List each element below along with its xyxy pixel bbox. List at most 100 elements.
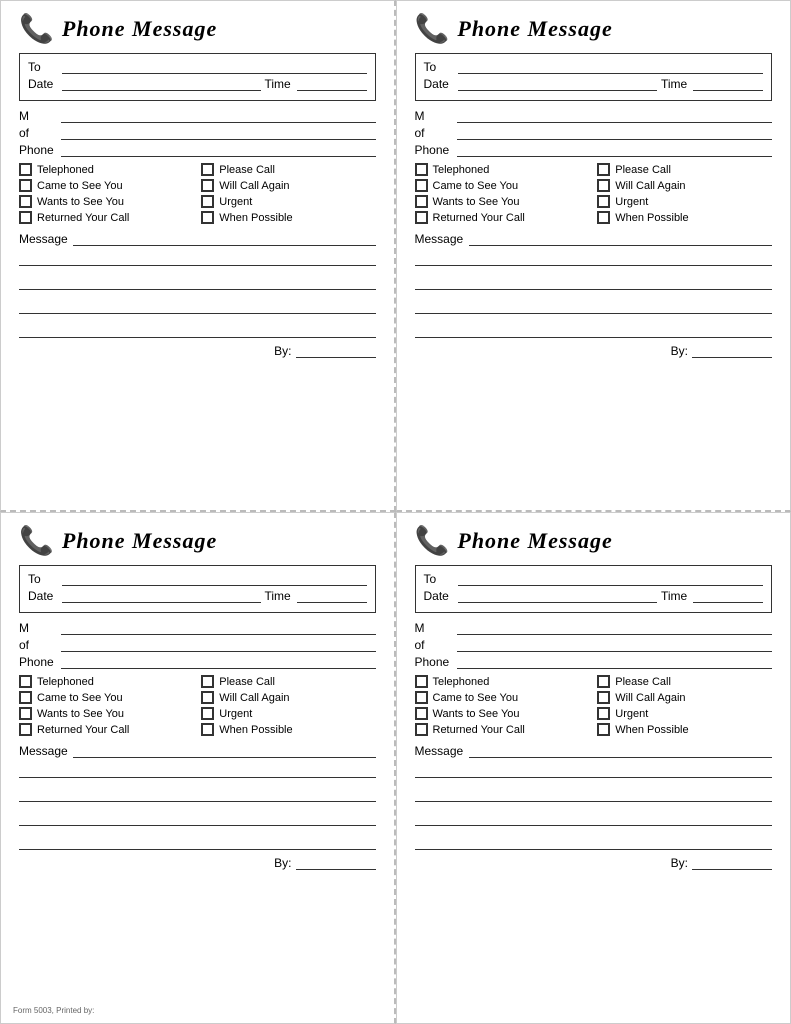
- cb-returned-call-label: Returned Your Call: [433, 212, 525, 224]
- checkbox-wants-to-see[interactable]: Wants to See You: [19, 707, 193, 720]
- checkbox-returned-call[interactable]: Returned Your Call: [19, 723, 193, 736]
- info-box: To Date Time: [19, 53, 376, 101]
- cb-returned-call[interactable]: [415, 723, 428, 736]
- checkbox-please-call[interactable]: Please Call: [597, 675, 772, 688]
- cb-came-to-see-label: Came to See You: [37, 180, 123, 192]
- card-header: 📞 Phone Message: [415, 527, 773, 555]
- checkbox-urgent[interactable]: Urgent: [201, 195, 375, 208]
- cb-wants-to-see[interactable]: [19, 707, 32, 720]
- cb-will-call-again[interactable]: [201, 691, 214, 704]
- checkbox-telephoned[interactable]: Telephoned: [415, 163, 590, 176]
- checkbox-telephoned[interactable]: Telephoned: [19, 675, 193, 688]
- checkbox-urgent[interactable]: Urgent: [201, 707, 375, 720]
- cb-will-call-again[interactable]: [201, 179, 214, 192]
- checkbox-returned-call[interactable]: Returned Your Call: [415, 211, 590, 224]
- checkbox-came-to-see[interactable]: Came to See You: [19, 179, 193, 192]
- cb-wants-to-see-label: Wants to See You: [433, 196, 520, 208]
- extra-line-2: [19, 276, 376, 290]
- checkbox-when-possible[interactable]: When Possible: [201, 211, 375, 224]
- cb-wants-to-see[interactable]: [19, 195, 32, 208]
- checkbox-when-possible[interactable]: When Possible: [201, 723, 375, 736]
- checkbox-will-call-again[interactable]: Will Call Again: [201, 691, 375, 704]
- cb-telephoned[interactable]: [19, 675, 32, 688]
- cb-please-call[interactable]: [201, 675, 214, 688]
- checkbox-came-to-see[interactable]: Came to See You: [19, 691, 193, 704]
- checkbox-telephoned[interactable]: Telephoned: [19, 163, 193, 176]
- to-underline: [62, 572, 367, 586]
- checkbox-please-call[interactable]: Please Call: [201, 163, 375, 176]
- cb-urgent[interactable]: [201, 707, 214, 720]
- checkbox-telephoned[interactable]: Telephoned: [415, 675, 590, 688]
- checkbox-when-possible[interactable]: When Possible: [597, 723, 772, 736]
- message-underline: [469, 744, 773, 758]
- cb-when-possible[interactable]: [597, 211, 610, 224]
- cb-returned-call[interactable]: [415, 211, 428, 224]
- message-section: Message: [19, 744, 376, 758]
- m-label: M: [415, 109, 453, 123]
- checkbox-came-to-see[interactable]: Came to See You: [415, 179, 590, 192]
- checkbox-came-to-see[interactable]: Came to See You: [415, 691, 590, 704]
- cb-telephoned[interactable]: [19, 163, 32, 176]
- cb-please-call[interactable]: [201, 163, 214, 176]
- mof-section: M of Phone: [415, 621, 773, 669]
- cb-when-possible[interactable]: [597, 723, 610, 736]
- checkbox-please-call[interactable]: Please Call: [597, 163, 772, 176]
- cb-please-call[interactable]: [597, 163, 610, 176]
- cb-wants-to-see[interactable]: [415, 195, 428, 208]
- date-time-line: Date Time: [28, 77, 367, 91]
- checkbox-will-call-again[interactable]: Will Call Again: [597, 179, 772, 192]
- cb-came-to-see[interactable]: [415, 179, 428, 192]
- to-line: To: [28, 572, 367, 586]
- cb-will-call-again[interactable]: [597, 179, 610, 192]
- message-line: Message: [415, 232, 773, 246]
- cb-came-to-see[interactable]: [19, 179, 32, 192]
- phone-icon: 📞: [19, 527, 54, 555]
- cb-urgent[interactable]: [201, 195, 214, 208]
- by-label: By:: [274, 344, 291, 358]
- by-label: By:: [274, 856, 291, 870]
- cb-came-to-see-label: Came to See You: [37, 692, 123, 704]
- checkbox-urgent[interactable]: Urgent: [597, 707, 772, 720]
- checkbox-wants-to-see[interactable]: Wants to See You: [19, 195, 193, 208]
- checkbox-please-call[interactable]: Please Call: [201, 675, 375, 688]
- cb-when-possible[interactable]: [201, 211, 214, 224]
- cb-returned-call-label: Returned Your Call: [433, 724, 525, 736]
- card-title: Phone Message: [62, 528, 217, 554]
- extra-line-3: [415, 300, 773, 314]
- cb-returned-call[interactable]: [19, 723, 32, 736]
- cb-came-to-see[interactable]: [19, 691, 32, 704]
- checkbox-returned-call[interactable]: Returned Your Call: [19, 211, 193, 224]
- cb-will-call-again[interactable]: [597, 691, 610, 704]
- phone-underline: [61, 655, 376, 669]
- cb-urgent[interactable]: [597, 707, 610, 720]
- cb-telephoned[interactable]: [415, 675, 428, 688]
- by-underline: [296, 856, 376, 870]
- date-time-line: Date Time: [424, 589, 764, 603]
- cb-came-to-see[interactable]: [415, 691, 428, 704]
- cb-urgent[interactable]: [597, 195, 610, 208]
- checkbox-urgent[interactable]: Urgent: [597, 195, 772, 208]
- phone-line: Phone: [415, 655, 773, 669]
- cb-wants-to-see-label: Wants to See You: [433, 708, 520, 720]
- cb-please-call[interactable]: [597, 675, 610, 688]
- time-label: Time: [265, 589, 293, 603]
- card-bottom-left: 📞 Phone Message To Date Time M of Phone: [0, 512, 396, 1024]
- phone-label: Phone: [415, 143, 453, 157]
- cb-returned-call[interactable]: [19, 211, 32, 224]
- checkbox-wants-to-see[interactable]: Wants to See You: [415, 195, 590, 208]
- cb-when-possible[interactable]: [201, 723, 214, 736]
- checkbox-returned-call[interactable]: Returned Your Call: [415, 723, 590, 736]
- cb-returned-call-label: Returned Your Call: [37, 724, 129, 736]
- cb-wants-to-see[interactable]: [415, 707, 428, 720]
- by-underline: [296, 344, 376, 358]
- cb-telephoned[interactable]: [415, 163, 428, 176]
- to-label: To: [28, 60, 58, 74]
- checkbox-when-possible[interactable]: When Possible: [597, 211, 772, 224]
- message-line: Message: [19, 744, 376, 758]
- phone-line: Phone: [19, 655, 376, 669]
- checkbox-will-call-again[interactable]: Will Call Again: [597, 691, 772, 704]
- phone-underline: [61, 143, 376, 157]
- checkbox-wants-to-see[interactable]: Wants to See You: [415, 707, 590, 720]
- cb-please-call-label: Please Call: [219, 164, 275, 176]
- checkbox-will-call-again[interactable]: Will Call Again: [201, 179, 375, 192]
